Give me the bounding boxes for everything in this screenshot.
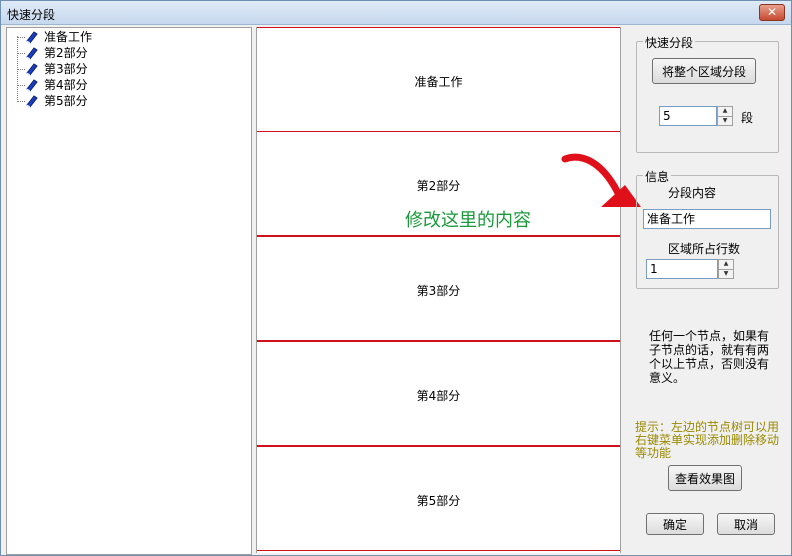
segment-tree[interactable]: 准备工作 第2部分 第3部分 第4部分 第5部分	[6, 27, 252, 555]
tree-node-label: 准备工作	[44, 30, 93, 44]
segment-label: 第3部分	[416, 284, 461, 298]
tree-node-label: 第5部分	[44, 94, 88, 108]
close-button[interactable]: ✕	[759, 4, 785, 21]
preview-button[interactable]: 查看效果图	[668, 465, 742, 491]
group-title: 信息	[643, 168, 672, 185]
tree-node-label: 第3部分	[44, 62, 88, 76]
segment-count-stepper[interactable]: ▲ ▼	[717, 106, 733, 126]
tree-node-5[interactable]: 第5部分	[25, 93, 88, 109]
close-icon: ✕	[766, 5, 778, 19]
group-title: 快速分段	[643, 34, 696, 51]
segment-box[interactable]: 第5部分	[257, 446, 620, 551]
segment-content-input[interactable]: 准备工作	[643, 209, 771, 229]
window-title: 快速分段	[7, 8, 56, 22]
row-count-input[interactable]: 1	[646, 259, 718, 279]
segment-box[interactable]: 第4部分	[257, 341, 620, 446]
segment-box[interactable]: 第3部分	[257, 236, 620, 341]
segment-label: 准备工作	[414, 75, 463, 89]
tree-node-4[interactable]: 第4部分	[25, 77, 88, 93]
book-icon	[26, 79, 38, 92]
segment-count-input[interactable]: 5	[659, 106, 717, 126]
spin-up-icon[interactable]: ▲	[719, 260, 733, 269]
title-bar[interactable]: 快速分段 ✕	[1, 1, 791, 25]
book-icon	[26, 95, 38, 108]
split-area-button[interactable]: 将整个区域分段	[652, 58, 756, 84]
tree-node-2[interactable]: 第2部分	[25, 45, 88, 61]
annotation-text: 修改这里的内容	[405, 210, 531, 231]
row-count-stepper[interactable]: ▲ ▼	[718, 259, 734, 279]
tree-connector	[17, 53, 25, 54]
hint-text: 提示：左边的节点树可以用右键菜单实现添加删除移动等功能	[635, 420, 780, 460]
tree-node-label: 第4部分	[44, 78, 88, 92]
dialog-window: 快速分段 ✕ 准备工作 第2部分 第3部分 第4部分 第5部分 准备工作 第2部…	[0, 0, 792, 556]
segment-box[interactable]: 准备工作	[257, 27, 620, 132]
tree-node-label: 第2部分	[44, 46, 88, 60]
tree-connector	[17, 85, 25, 86]
row-count-label: 区域所占行数	[668, 242, 741, 256]
book-icon	[26, 63, 38, 76]
segment-content-label: 分段内容	[668, 186, 717, 200]
tree-connector	[17, 69, 25, 70]
segment-label: 第4部分	[416, 389, 461, 403]
tree-node-1[interactable]: 准备工作	[25, 29, 92, 45]
book-icon	[26, 47, 38, 60]
tree-connector	[17, 101, 25, 102]
book-icon	[26, 31, 38, 44]
tree-connector	[17, 37, 25, 38]
segment-count-unit: 段	[741, 111, 754, 125]
segment-preview: 准备工作 第2部分 第3部分 第4部分 第5部分	[256, 27, 621, 553]
spin-down-icon[interactable]: ▼	[718, 116, 732, 125]
ok-button[interactable]: 确定	[646, 513, 704, 535]
spin-down-icon[interactable]: ▼	[719, 269, 733, 278]
segment-label: 第5部分	[416, 494, 461, 508]
tree-node-3[interactable]: 第3部分	[25, 61, 88, 77]
spin-up-icon[interactable]: ▲	[718, 107, 732, 116]
description-text: 任何一个节点，如果有子节点的话，就有有两个以上节点，否则没有意义。	[649, 329, 770, 385]
cancel-button[interactable]: 取消	[717, 513, 775, 535]
